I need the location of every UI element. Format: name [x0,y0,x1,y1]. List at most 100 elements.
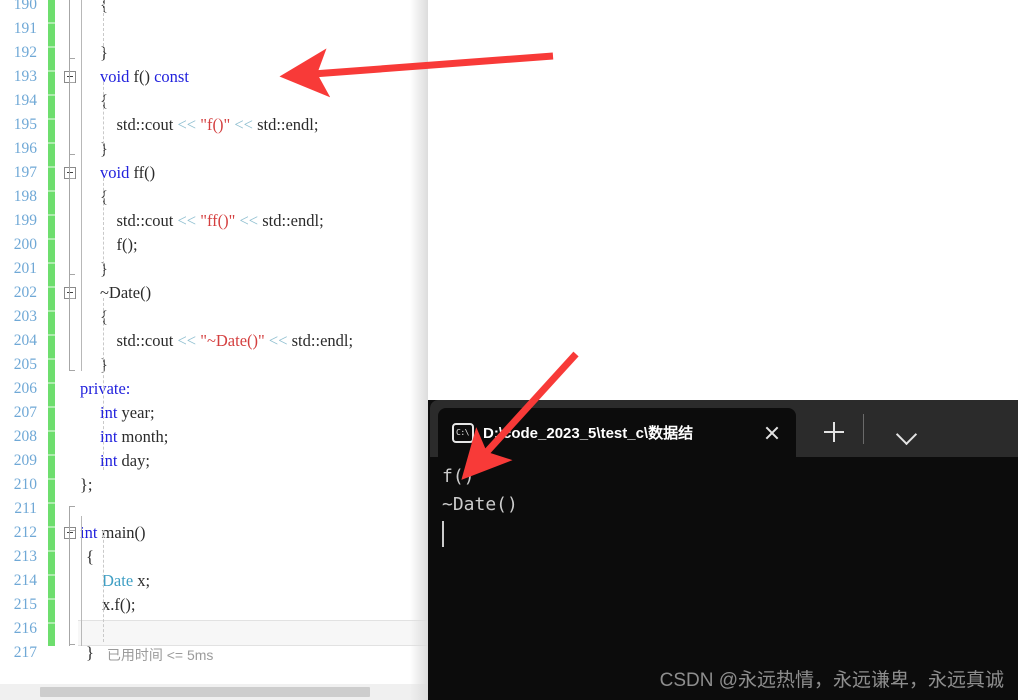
code-line[interactable]: std::cout << "f()" << std::endl; [100,113,319,137]
outline-tick [69,82,75,83]
line-number: 208 [13,428,37,445]
code-line[interactable]: int year; [100,401,155,425]
line-number: 198 [13,188,37,205]
line-number: 191 [13,20,37,37]
code-line[interactable]: private: [80,377,130,401]
line-number: 193 [13,68,37,85]
terminal-tab-title: D:\code_2023_5\test_c\数据结 [483,425,694,442]
code-line[interactable]: }; [80,473,93,497]
outline-connector [69,82,70,154]
change-indicator-bar [48,0,55,646]
scope-guide [81,0,82,371]
code-line[interactable]: ~Date() [100,281,151,305]
terminal-tab-bar: C:\ D:\code_2023_5\test_c\数据结 [430,400,1018,457]
code-token: month; [117,427,169,446]
terminal-output-line: ~Date() [442,494,518,515]
line-number: 213 [13,548,37,565]
terminal-cursor [442,521,444,547]
editor-horizontal-scrollbar[interactable] [0,684,428,700]
outline-connector [69,298,70,370]
code-line[interactable]: void f() const [100,65,189,89]
code-line[interactable]: Date x; [102,569,150,593]
outline-connector [69,506,70,530]
code-line[interactable]: int month; [100,425,168,449]
line-number: 199 [13,212,37,229]
code-folding-column[interactable] [62,0,82,646]
close-icon[interactable] [758,419,786,447]
line-number: 215 [13,596,37,613]
code-token: int [80,523,98,542]
code-token: year; [117,403,155,422]
terminal-window[interactable]: C:\ D:\code_2023_5\test_c\数据结 f() ~Date(… [430,400,1018,700]
code-token: "f()" [200,115,231,134]
line-number: 217 [13,644,37,661]
outline-tick [69,178,75,179]
code-token: std::endl; [258,211,324,230]
code-line[interactable]: int day; [100,449,150,473]
code-token: x.f(); [102,595,136,614]
code-token: void [100,67,130,86]
outline-tick [69,274,75,275]
indent-guide [103,370,104,470]
line-number-gutter: 190 191 192 193 194 195 196 197 198 199 200 201 202 2… [0,0,40,700]
outline-connector [69,58,70,82]
terminal-output-area[interactable]: f() ~Date() [430,457,1018,700]
code-token: std::cout [100,331,178,350]
code-line[interactable]: std::cout << "ff()" << std::endl; [100,209,324,233]
console-icon: C:\ [452,422,474,443]
line-number: 205 [13,356,37,373]
console-icon-text: C:\ [456,427,469,437]
line-number: 195 [13,116,37,133]
scrollbar-thumb[interactable] [40,687,370,697]
outline-tick [69,298,75,299]
outline-tick [69,530,75,531]
editor-right-edge-shadow [410,0,428,700]
code-token: << [239,211,259,230]
code-line[interactable]: f(); [100,233,138,257]
indent-guide [103,82,104,154]
code-token: }; [80,475,93,494]
outline-tick [69,370,75,371]
code-editor[interactable]: 190 191 192 193 194 195 196 197 198 199 200 201 202 2… [0,0,428,700]
chevron-down-icon[interactable] [892,418,920,446]
line-number: 207 [13,404,37,421]
terminal-output-line: f() [442,466,475,487]
indent-guide [103,530,104,642]
line-number: 209 [13,452,37,469]
code-line[interactable]: void ff() [100,161,155,185]
new-tab-icon[interactable] [820,418,848,446]
code-token: x; [133,571,151,590]
outline-connector [69,0,70,58]
code-line[interactable]: { [86,545,94,569]
code-token: << [177,115,197,134]
line-number: 212 [13,524,37,541]
line-number: 194 [13,92,37,109]
terminal-tab[interactable]: C:\ D:\code_2023_5\test_c\数据结 [438,408,796,457]
code-token: f(); [100,235,138,254]
indent-guide [103,298,104,370]
tabbar-divider [863,414,864,444]
line-number: 216 [13,620,37,637]
indent-guide [103,178,104,274]
code-line[interactable]: x.f(); [102,593,135,617]
code-token: "~Date()" [200,331,265,350]
code-token: Date [102,571,134,590]
outline-connector [69,530,70,646]
code-line[interactable]: std::cout << "~Date()" << std::endl; [100,329,354,353]
line-number: 211 [14,500,37,517]
line-number: 192 [13,44,37,61]
line-number: 214 [13,572,37,589]
outline-tick [69,58,75,59]
code-token: f() [129,67,155,86]
code-token: << [177,331,197,350]
line-number: 210 [13,476,37,493]
screenshot-root: 190 191 192 193 194 195 196 197 198 199 200 201 202 2… [0,0,1018,700]
line-number: 203 [13,308,37,325]
code-token: std::endl; [287,331,354,350]
compile-time-text: 已用时间 <= 5ms [106,647,214,663]
code-token: ~Date() [100,283,152,302]
fold-toggle-icon[interactable] [64,527,76,539]
code-token: << [268,331,288,350]
code-line[interactable]: int main() [80,521,146,545]
line-number: 196 [13,140,37,157]
